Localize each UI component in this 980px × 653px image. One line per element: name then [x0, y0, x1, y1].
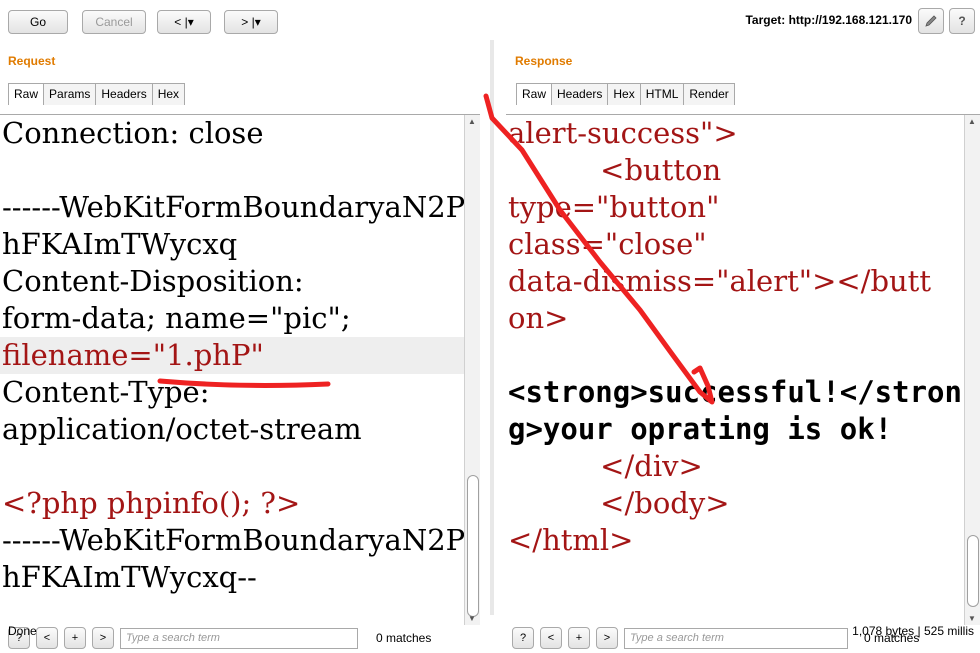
request-tabs: Raw Params Headers Hex	[8, 83, 186, 105]
cancel-button[interactable]: Cancel	[82, 10, 146, 34]
scroll-thumb[interactable]	[967, 535, 979, 607]
code-line-highlighted: filename="1.phP"	[0, 337, 480, 374]
scroll-thumb[interactable]	[467, 475, 479, 617]
tab-hex[interactable]: Hex	[607, 83, 641, 105]
code-line: <button	[508, 153, 722, 187]
next-button[interactable]: >	[596, 627, 618, 649]
response-title: Response	[515, 54, 573, 68]
code-line: hFKAImTWycxq	[2, 227, 238, 261]
target-url: Target: http://192.168.121.170	[745, 13, 912, 27]
code-line: class="close"	[508, 227, 707, 261]
response-editor[interactable]: alert-success"> <button type="button" cl…	[506, 114, 980, 625]
tab-params[interactable]: Params	[43, 83, 97, 105]
tab-headers[interactable]: Headers	[95, 83, 153, 105]
tab-html[interactable]: HTML	[639, 83, 685, 105]
back-button[interactable]: < |▾	[157, 10, 211, 34]
code-line: ------WebKitFormBoundaryaN2P	[2, 523, 466, 557]
forward-button[interactable]: > |▾	[224, 10, 278, 34]
code-line: type="button"	[508, 190, 720, 224]
request-pane: Request Raw Params Headers Hex Connectio…	[0, 40, 490, 649]
code-line: ------WebKitFormBoundaryaN2P	[2, 190, 466, 224]
code-line: data-dismiss="alert"></butt	[508, 264, 931, 298]
code-line: Content-Type:	[2, 375, 210, 409]
code-line: application/octet-stream	[2, 412, 362, 446]
scroll-down-icon[interactable]: ▼	[468, 614, 476, 623]
code-line: Content-Disposition:	[2, 264, 304, 298]
scroll-up-icon[interactable]: ▲	[468, 117, 476, 126]
code-line: on>	[508, 301, 569, 335]
go-button[interactable]: Go	[8, 10, 68, 34]
search-input[interactable]: Type a search term	[624, 627, 848, 649]
response-stats: 1,078 bytes | 525 millis	[852, 624, 974, 638]
help-button[interactable]: ?	[949, 8, 975, 34]
code-line: </body>	[508, 486, 730, 520]
code-line: alert-success">	[508, 116, 738, 150]
add-button[interactable]: +	[568, 627, 590, 649]
code-line-php: <?php phpinfo(); ?>	[2, 486, 301, 520]
request-scrollbar[interactable]: ▲ ▼	[464, 115, 480, 625]
scroll-down-icon[interactable]: ▼	[968, 614, 976, 623]
match-count: 0 matches	[376, 631, 432, 645]
response-pane: Response Raw Headers Hex HTML Render ale…	[506, 40, 980, 649]
pencil-icon	[925, 15, 937, 27]
request-title: Request	[8, 54, 56, 68]
scroll-up-icon[interactable]: ▲	[968, 117, 976, 126]
help-button[interactable]: ?	[512, 627, 534, 649]
tab-hex[interactable]: Hex	[151, 83, 186, 105]
toolbar: Go Cancel < |▾ > |▾ Target: http://192.1…	[0, 0, 980, 40]
pane-divider[interactable]	[490, 40, 494, 615]
tab-headers[interactable]: Headers	[551, 83, 609, 105]
request-search-bar: ? < + > Type a search term 0 matches	[8, 623, 431, 653]
code-line: </html>	[508, 523, 634, 557]
request-editor[interactable]: Connection: close ------WebKitFormBounda…	[0, 114, 480, 625]
code-line: hFKAImTWycxq--	[2, 560, 257, 594]
code-line: </div>	[508, 449, 703, 483]
previous-button[interactable]: <	[36, 627, 58, 649]
search-input[interactable]: Type a search term	[120, 627, 358, 649]
edit-target-button[interactable]	[918, 8, 944, 34]
code-line: form-data; name="pic";	[2, 301, 351, 335]
tab-raw[interactable]: Raw	[516, 83, 553, 105]
previous-button[interactable]: <	[540, 627, 562, 649]
code-line: Connection: close	[2, 116, 264, 150]
code-line-strong: g>your oprating is ok!	[508, 412, 893, 446]
code-line-strong: <strong>successful!</stron	[508, 375, 962, 409]
status-text: Done	[8, 624, 37, 638]
response-scrollbar[interactable]: ▲ ▼	[964, 115, 980, 625]
tab-raw[interactable]: Raw	[8, 83, 45, 105]
tab-render[interactable]: Render	[683, 83, 735, 105]
next-button[interactable]: >	[92, 627, 114, 649]
add-button[interactable]: +	[64, 627, 86, 649]
response-tabs: Raw Headers Hex HTML Render	[516, 83, 735, 105]
